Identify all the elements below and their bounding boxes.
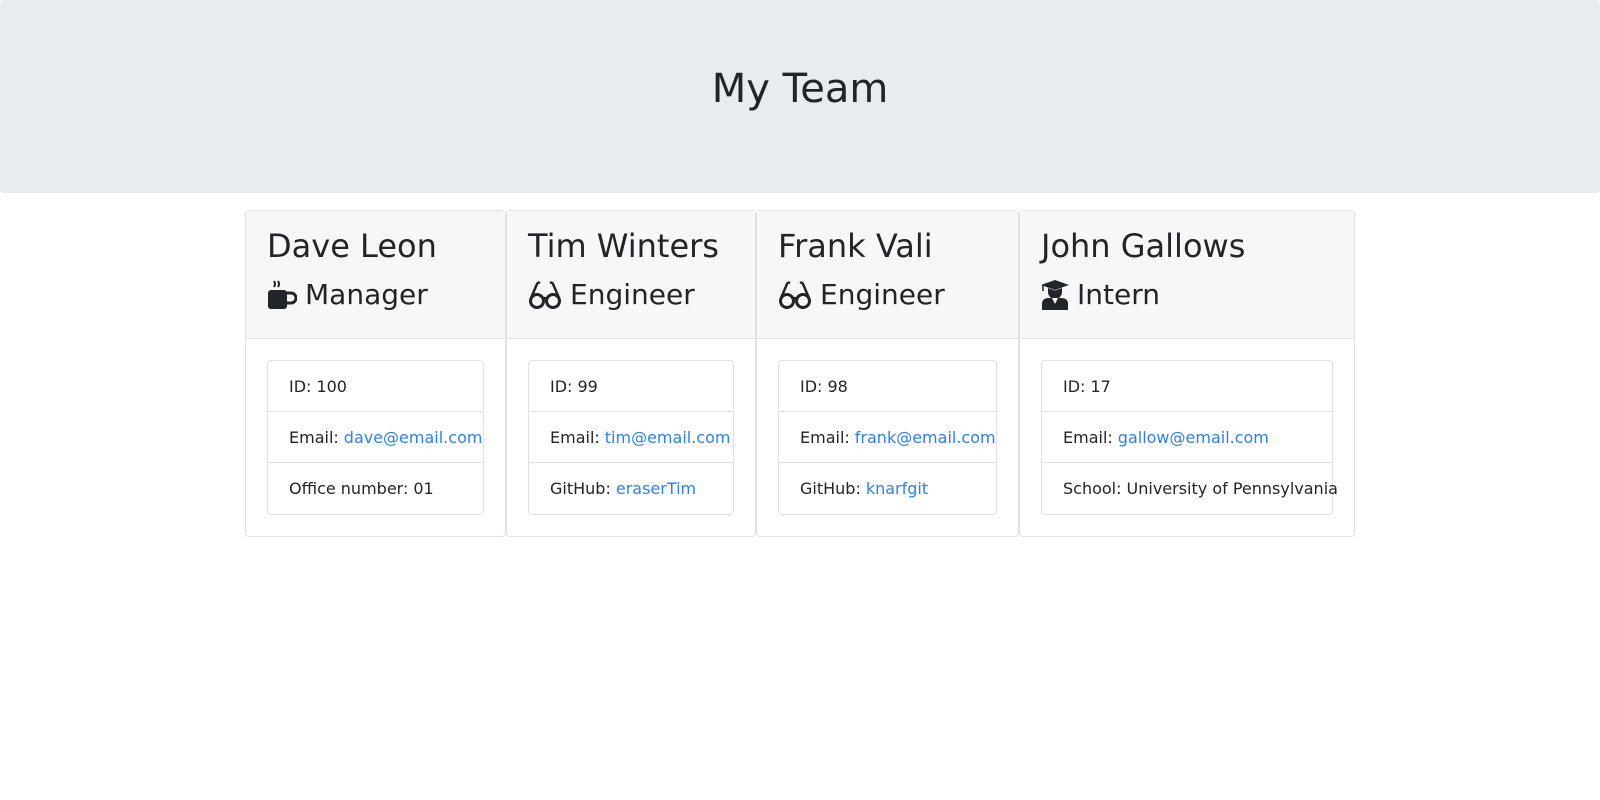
employee-role: Manager — [267, 277, 484, 313]
employee-card: Tim Winters Engineer ID: 99 Email: tim@e… — [506, 210, 756, 537]
employee-card: Dave Leon Manager ID: 100 Email: dave@em… — [245, 210, 506, 537]
email-link[interactable]: gallow@email.com — [1118, 428, 1269, 447]
email-link[interactable]: frank@email.com — [855, 428, 996, 447]
id-label: ID: — [289, 376, 312, 396]
github-row: GitHub: eraserTim — [529, 463, 733, 514]
employee-name: Dave Leon — [267, 227, 437, 265]
card-header: Tim Winters Engineer — [507, 211, 755, 339]
id-row: ID: 100 — [268, 361, 483, 412]
email-label: Email: — [800, 427, 850, 447]
office-number-value: 01 — [413, 479, 434, 498]
employee-details: ID: 99 Email: tim@email.com GitHub: eras… — [528, 360, 734, 515]
id-value: 98 — [827, 376, 848, 396]
email-row: Email: frank@email.com — [779, 412, 996, 463]
glasses-icon — [778, 280, 812, 310]
id-label: ID: — [550, 376, 573, 396]
id-label: ID: — [1063, 376, 1086, 396]
employee-name: Tim Winters — [528, 227, 719, 265]
email-link[interactable]: dave@email.com — [344, 428, 483, 447]
glasses-icon — [528, 280, 562, 310]
employee-details: ID: 17 Email: gallow@email.com School: U… — [1041, 360, 1338, 515]
role-label: Engineer — [570, 278, 695, 311]
email-link[interactable]: tim@email.com — [605, 428, 731, 447]
email-label: Email: — [1063, 427, 1113, 447]
employee-name: John Gallows — [1041, 227, 1246, 265]
employee-role: Intern — [1041, 277, 1333, 313]
school-row: School: University of Pennsylvania — [1042, 463, 1338, 514]
team-cards: Dave Leon Manager ID: 100 Email: dave@em… — [0, 210, 1600, 540]
email-label: Email: — [289, 427, 339, 447]
id-value: 17 — [1090, 376, 1111, 396]
email-row: Email: tim@email.com — [529, 412, 733, 463]
card-header: John Gallows Intern — [1020, 211, 1354, 339]
school-label: School: — [1063, 479, 1122, 498]
id-value: 99 — [577, 376, 598, 396]
github-row: GitHub: knarfgit — [779, 463, 996, 514]
graduate-icon — [1041, 280, 1069, 310]
email-label: Email: — [550, 427, 600, 447]
id-row: ID: 99 — [529, 361, 733, 412]
employee-card: John Gallows Intern ID: 17 Email: gallow… — [1019, 210, 1355, 537]
employee-name: Frank Vali — [778, 227, 933, 265]
id-label: ID: — [800, 376, 823, 396]
employee-role: Engineer — [528, 277, 734, 313]
role-label: Manager — [305, 278, 428, 311]
id-row: ID: 98 — [779, 361, 996, 412]
email-row: Email: dave@email.com — [268, 412, 483, 463]
id-row: ID: 17 — [1042, 361, 1332, 412]
card-header: Dave Leon Manager — [246, 211, 505, 339]
id-value: 100 — [316, 376, 347, 396]
github-label: GitHub: — [800, 479, 861, 498]
github-label: GitHub: — [550, 479, 611, 498]
employee-details: ID: 98 Email: frank@email.com GitHub: kn… — [778, 360, 997, 515]
office-number-label: Office number: — [289, 479, 409, 498]
role-label: Intern — [1077, 278, 1160, 311]
github-link[interactable]: eraserTim — [616, 479, 696, 498]
email-row: Email: gallow@email.com — [1042, 412, 1332, 463]
employee-details: ID: 100 Email: dave@email.com Office num… — [267, 360, 484, 515]
employee-card: Frank Vali Engineer ID: 98 Email: frank@… — [756, 210, 1019, 537]
coffee-mug-icon — [267, 280, 297, 310]
page-title: My Team — [711, 65, 889, 112]
page-header: My Team — [0, 0, 1600, 193]
github-link[interactable]: knarfgit — [866, 479, 928, 498]
card-header: Frank Vali Engineer — [757, 211, 1018, 339]
school-value: University of Pennsylvania — [1126, 479, 1338, 498]
office-number-row: Office number: 01 — [268, 463, 483, 514]
employee-role: Engineer — [778, 277, 997, 313]
role-label: Engineer — [820, 278, 945, 311]
